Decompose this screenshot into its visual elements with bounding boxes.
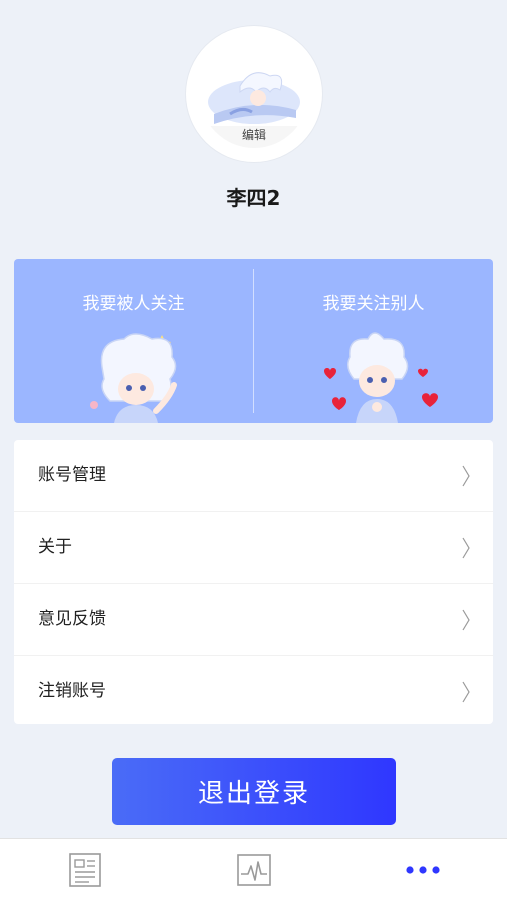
settings-menu: 账号管理 关于 意见反馈 注销账号 (14, 440, 493, 724)
tab-news[interactable] (0, 839, 169, 901)
menu-item-delete-account[interactable]: 注销账号 (14, 656, 493, 727)
tab-more[interactable] (338, 839, 507, 901)
follow-others-card[interactable]: 我要关注别人 (254, 259, 493, 423)
avatar[interactable]: 编辑 (200, 40, 308, 148)
chevron-right-icon (462, 681, 470, 703)
menu-item-label: 关于 (38, 537, 72, 557)
bottom-tab-bar (0, 838, 507, 901)
chevron-right-icon (462, 465, 470, 487)
follow-me-label: 我要被人关注 (82, 294, 185, 314)
menu-item-feedback[interactable]: 意见反馈 (14, 584, 493, 656)
mascot-waving-illustration (90, 333, 177, 423)
logout-button[interactable]: 退出登录 (112, 758, 396, 825)
menu-item-label: 账号管理 (38, 465, 106, 485)
follow-panel: 我要被人关注 我要关注别人 (14, 259, 493, 423)
news-icon (68, 853, 101, 887)
username: 李四2 (226, 186, 281, 210)
mascot-hearts-illustration (324, 332, 438, 423)
avatar-image (200, 40, 308, 136)
activity-chart-icon (236, 854, 271, 886)
more-icon (405, 866, 440, 874)
follow-me-card[interactable]: 我要被人关注 (14, 259, 253, 423)
avatar-edit-label[interactable]: 编辑 (200, 126, 308, 148)
menu-item-about[interactable]: 关于 (14, 512, 493, 584)
avatar-frame[interactable]: 编辑 (186, 26, 322, 162)
chevron-right-icon (462, 537, 470, 559)
menu-item-account-management[interactable]: 账号管理 (14, 440, 493, 512)
follow-others-label: 我要关注别人 (322, 294, 425, 314)
chevron-right-icon (462, 609, 470, 631)
tab-activity[interactable] (169, 839, 338, 901)
menu-item-label: 意见反馈 (38, 609, 106, 629)
menu-item-label: 注销账号 (38, 681, 106, 701)
